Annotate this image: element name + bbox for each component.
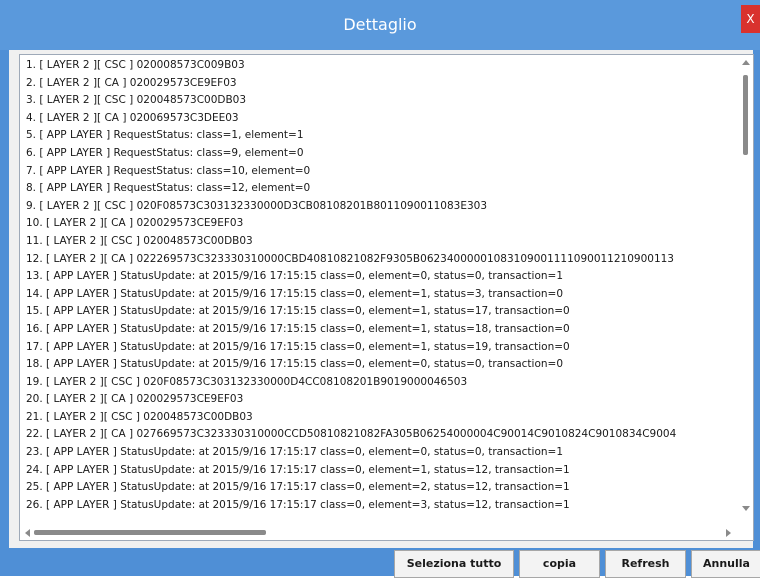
log-line: 19. [ LAYER 2 ][ CSC ] 020F08573C3031323… xyxy=(26,375,468,388)
log-line: 11. [ LAYER 2 ][ CSC ] 020048573C00DB03 xyxy=(26,234,253,247)
log-line: 16. [ APP LAYER ] StatusUpdate: at 2015/… xyxy=(26,322,570,335)
vertical-scrollbar[interactable] xyxy=(739,55,753,525)
horizontal-scrollbar[interactable] xyxy=(20,525,738,540)
scroll-down-icon[interactable] xyxy=(742,506,750,511)
log-line: 3. [ LAYER 2 ][ CSC ] 020048573C00DB03 xyxy=(26,94,247,107)
log-line: 22. [ LAYER 2 ][ CA ] 027669573C32333031… xyxy=(26,428,677,441)
log-line: 2. [ LAYER 2 ][ CA ] 020029573CE9EF03 xyxy=(26,76,237,89)
close-button[interactable]: X xyxy=(741,5,760,33)
log-line: 26. [ APP LAYER ] StatusUpdate: at 2015/… xyxy=(26,498,570,511)
log-line: 13. [ APP LAYER ] StatusUpdate: at 2015/… xyxy=(26,270,564,283)
horizontal-scroll-thumb[interactable] xyxy=(34,530,266,535)
vertical-scroll-thumb[interactable] xyxy=(743,75,748,155)
refresh-button[interactable]: Refresh xyxy=(605,550,686,578)
log-line: 5. [ APP LAYER ] RequestStatus: class=1,… xyxy=(26,129,304,142)
log-line: 21. [ LAYER 2 ][ CSC ] 020048573C00DB03 xyxy=(26,410,253,423)
log-line: 17. [ APP LAYER ] StatusUpdate: at 2015/… xyxy=(26,340,570,353)
log-line: 23. [ APP LAYER ] StatusUpdate: at 2015/… xyxy=(26,446,564,459)
log-line: 9. [ LAYER 2 ][ CSC ] 020F08573C30313233… xyxy=(26,199,488,212)
copy-button[interactable]: copia xyxy=(519,550,600,578)
log-line: 14. [ APP LAYER ] StatusUpdate: at 2015/… xyxy=(26,287,564,300)
log-line: 1. [ LAYER 2 ][ CSC ] 020008573C009B03 xyxy=(26,59,245,71)
dialog-window: Dettaglio X 1. [ LAYER 2 ][ CSC ] 020008… xyxy=(0,0,760,578)
title-bar[interactable]: Dettaglio X xyxy=(0,0,760,50)
scroll-up-icon[interactable] xyxy=(742,60,750,65)
log-lines: 1. [ LAYER 2 ][ CSC ] 020008573C009B03 2.… xyxy=(26,57,738,513)
log-textarea[interactable]: 1. [ LAYER 2 ][ CSC ] 020008573C009B03 2.… xyxy=(19,54,754,541)
log-line: 18. [ APP LAYER ] StatusUpdate: at 2015/… xyxy=(26,358,564,371)
log-line: 6. [ APP LAYER ] RequestStatus: class=9,… xyxy=(26,146,304,159)
log-line: 12. [ LAYER 2 ][ CA ] 022269573C32333031… xyxy=(26,252,674,265)
log-line: 8. [ APP LAYER ] RequestStatus: class=12… xyxy=(26,182,311,195)
log-line: 24. [ APP LAYER ] StatusUpdate: at 2015/… xyxy=(26,463,570,476)
select-all-button[interactable]: Seleziona tutto xyxy=(394,550,514,578)
log-line: 20. [ LAYER 2 ][ CA ] 020029573CE9EF03 xyxy=(26,393,244,406)
scroll-right-icon[interactable] xyxy=(726,529,731,537)
log-line: 4. [ LAYER 2 ][ CA ] 020069573C3DEE03 xyxy=(26,111,239,124)
window-title: Dettaglio xyxy=(343,15,417,34)
scroll-left-icon[interactable] xyxy=(25,529,30,537)
log-line: 25. [ APP LAYER ] StatusUpdate: at 2015/… xyxy=(26,481,570,494)
log-line: 15. [ APP LAYER ] StatusUpdate: at 2015/… xyxy=(26,305,570,318)
cancel-button[interactable]: Annulla xyxy=(691,550,760,578)
log-line: 7. [ APP LAYER ] RequestStatus: class=10… xyxy=(26,164,311,177)
log-line: 10. [ LAYER 2 ][ CA ] 020029573CE9EF03 xyxy=(26,217,244,230)
